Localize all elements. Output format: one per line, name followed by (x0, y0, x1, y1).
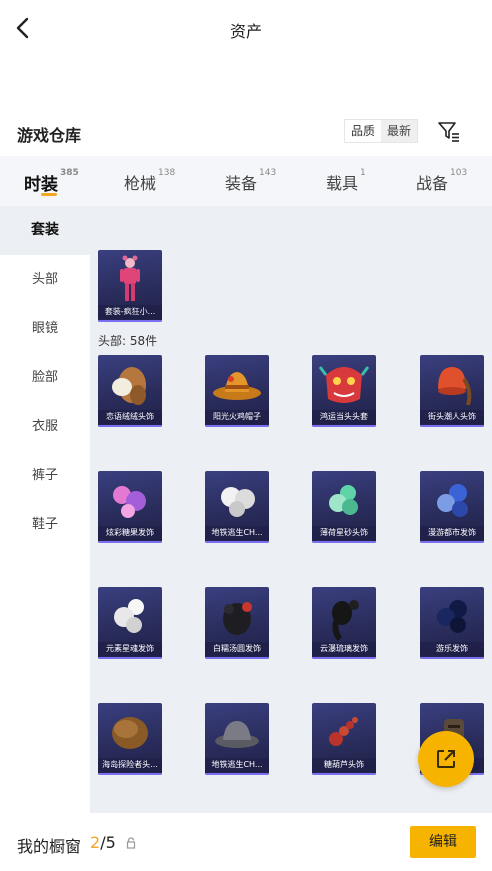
head-section-label: 头部: 58件 (98, 334, 158, 348)
sidebar-item-shoes[interactable]: 鞋子 (0, 500, 90, 549)
tab-label: 载具 (326, 174, 359, 193)
item-card[interactable]: 阳光火鸡帽子 (205, 355, 269, 427)
tab-count: 143 (259, 168, 277, 178)
item-name: 游乐发饰 (420, 642, 484, 656)
tab-count: 385 (60, 168, 79, 178)
tab-fashion[interactable]: 时装385 (24, 168, 79, 195)
sort-quality-option[interactable]: 品质 (345, 120, 381, 142)
tab-label: 装备 (225, 174, 258, 193)
share-button[interactable] (418, 731, 474, 787)
item-name: 海岛探险者头... (98, 758, 162, 772)
item-card[interactable]: 恋语绒绒头饰 (98, 355, 162, 427)
bottom-bar: 我的橱窗 2/5 编辑 (0, 813, 492, 871)
item-card[interactable]: 薄荷星砂头饰 (312, 471, 376, 543)
item-card[interactable]: 鸿运当头头套 (312, 355, 376, 427)
item-image (329, 717, 358, 746)
filter-button[interactable] (436, 118, 462, 144)
item-image (215, 721, 259, 748)
item-name: 套装-疯狂小... (98, 305, 162, 319)
item-card[interactable]: 地铁逃生CH... (205, 471, 269, 543)
item-image (438, 367, 472, 406)
item-name: 阳光火鸡帽子 (205, 410, 269, 424)
item-image (114, 599, 144, 633)
tab-count: 138 (158, 168, 176, 178)
top-bar: 资产 (0, 0, 492, 58)
suit-outfit-image (120, 255, 140, 301)
wardrobe-total: /5 (100, 833, 116, 852)
share-icon (437, 750, 455, 768)
tab-count: 103 (450, 168, 468, 178)
item-name: 元素星魂发饰 (98, 642, 162, 656)
sidebar-item-face[interactable]: 脸部 (0, 353, 90, 402)
item-name: 云瀑琉璃发饰 (312, 642, 376, 656)
warehouse-header: 游戏仓库 品质 最新 (0, 114, 492, 150)
warehouse-title: 游戏仓库 (17, 126, 82, 145)
edit-button[interactable]: 编辑 (410, 826, 476, 858)
tab-vehicles[interactable]: 载具1 (326, 168, 366, 194)
tab-guns[interactable]: 枪械138 (124, 168, 176, 194)
item-name: 恋语绒绒头饰 (98, 410, 162, 424)
item-name: 炫彩糖果发饰 (98, 526, 162, 540)
active-tab-indicator (41, 193, 57, 196)
item-image (329, 485, 358, 515)
category-tabs: 时装385 枪械138 装备143 载具1 战备103 (0, 156, 492, 206)
item-card[interactable]: 漫游都市发饰 (420, 471, 484, 543)
item-name: 街头潮人头饰 (420, 410, 484, 424)
item-name: 地铁逃生CH... (205, 758, 269, 772)
item-card[interactable]: 街头潮人头饰 (420, 355, 484, 427)
item-name: 白糯汤圆发饰 (205, 642, 269, 656)
sidebar-item-glasses[interactable]: 眼镜 (0, 304, 90, 353)
lock-icon (126, 837, 136, 849)
item-card[interactable]: 海岛探险者头... (98, 703, 162, 775)
sort-latest-option[interactable]: 最新 (381, 120, 418, 142)
item-image (112, 367, 146, 405)
tab-label: 时装 (24, 175, 58, 195)
item-card[interactable]: 云瀑琉璃发饰 (312, 587, 376, 659)
tab-label: 枪械 (124, 174, 157, 193)
item-image (113, 486, 146, 518)
item-grid: 套装-疯狂小... 头部: 58件 恋语绒绒头饰 阳光火鸡帽子 鸿运当头头套 街… (90, 206, 492, 813)
item-image (112, 717, 148, 749)
item-name: 鸿运当头头套 (312, 410, 376, 424)
sidebar-item-head[interactable]: 头部 (0, 255, 90, 304)
item-card[interactable]: 元素星魂发饰 (98, 587, 162, 659)
wardrobe-current: 2 (90, 833, 101, 852)
tab-label: 战备 (416, 174, 449, 193)
item-image (223, 602, 252, 635)
item-card-suit[interactable]: 套装-疯狂小... (98, 250, 162, 322)
item-name: 漫游都市发饰 (420, 526, 484, 540)
item-card[interactable]: 游乐发饰 (420, 587, 484, 659)
wardrobe-label: 我的橱窗 (17, 837, 82, 856)
sidebar-item-clothes[interactable]: 衣服 (0, 402, 90, 451)
filter-icon (438, 122, 459, 142)
tab-equipment[interactable]: 装备143 (225, 168, 277, 194)
item-name: 地铁逃生CH... (205, 526, 269, 540)
wardrobe-count: 2/5 (90, 833, 116, 852)
item-image (318, 366, 370, 403)
item-card[interactable]: 地铁逃生CH... (205, 703, 269, 775)
item-image (213, 372, 261, 400)
item-image (221, 487, 255, 517)
item-image (437, 484, 468, 517)
sidebar: 套装 头部 眼镜 脸部 衣服 裤子 鞋子 (0, 206, 90, 813)
sidebar-item-pants[interactable]: 裤子 (0, 451, 90, 500)
item-card[interactable]: 糖葫芦头饰 (312, 703, 376, 775)
item-image (437, 600, 467, 633)
sort-toggle: 品质 最新 (344, 119, 419, 143)
sidebar-item-suit[interactable]: 套装 (0, 206, 90, 255)
item-image (332, 600, 359, 642)
item-name: 糖葫芦头饰 (312, 758, 376, 772)
item-card[interactable]: 炫彩糖果发饰 (98, 471, 162, 543)
page-title: 资产 (229, 22, 262, 41)
item-name: 薄荷星砂头饰 (312, 526, 376, 540)
tab-count: 1 (360, 168, 366, 178)
item-card[interactable]: 白糯汤圆发饰 (205, 587, 269, 659)
tab-supplies[interactable]: 战备103 (416, 168, 468, 194)
